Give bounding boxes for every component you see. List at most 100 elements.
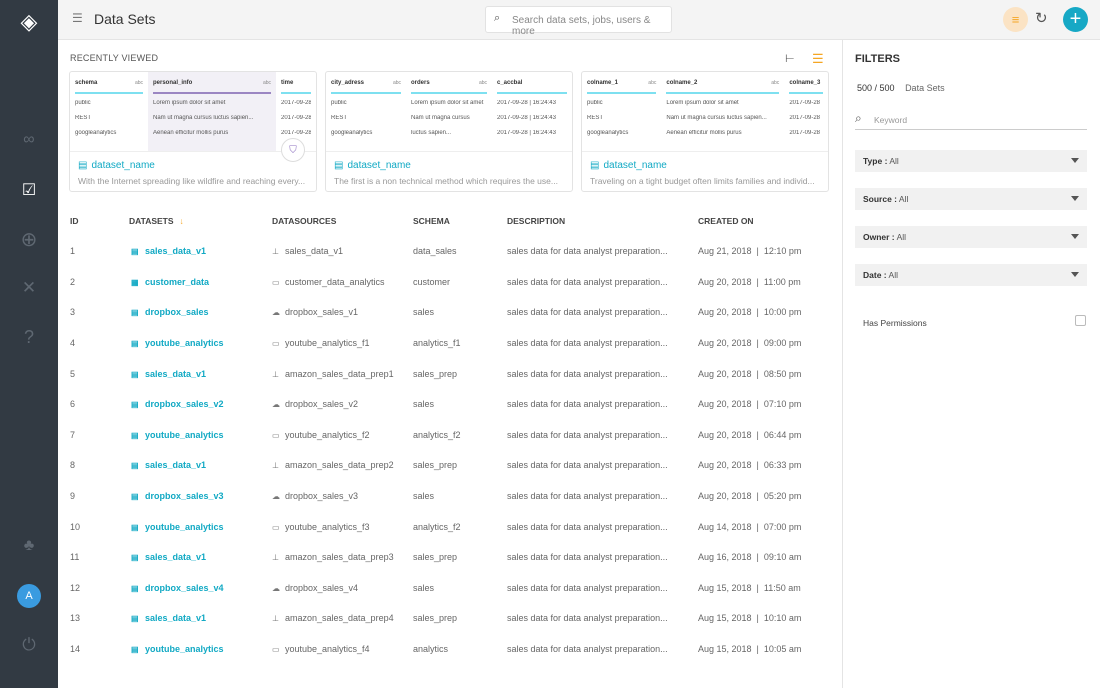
file-icon: ▤	[131, 522, 139, 532]
bell-icon[interactable]: ♣	[17, 534, 41, 558]
table-row[interactable]: 8 ▤ sales_data_v1 ⊥ amazon_sales_data_prep…	[70, 450, 818, 481]
preview-columns: colname_1 abc public REST googleanalytics col…	[582, 72, 828, 152]
created-on: Aug 15, 2018 | 10:10 am	[698, 613, 802, 624]
shield-icon[interactable]: ⛉	[281, 138, 305, 162]
table-row[interactable]: 4 ▤ youtube_analytics ▭ youtube_analytics_…	[70, 328, 818, 359]
created-on: Aug 15, 2018 | 10:05 am	[698, 644, 802, 655]
row-id: 8	[70, 460, 76, 471]
table-row[interactable]: 5 ▤ sales_data_v1 ⊥ amazon_sales_data_prep…	[70, 358, 818, 389]
row-id: 6	[70, 399, 76, 410]
table-row[interactable]: 2 ▦ customer_data ▭ customer_data_analytic…	[70, 267, 818, 298]
caret-down-icon	[1071, 272, 1079, 277]
preview-cell: Lorem ipsum dolor sit amet	[153, 100, 226, 106]
avatar[interactable]: A	[17, 584, 41, 608]
filter-select[interactable]: Owner : All	[855, 226, 1087, 248]
add-button[interactable]: +	[1063, 7, 1088, 32]
table-row[interactable]: 9 ▤ dropbox_sales_v3 ☁ dropbox_sales_v3 sa…	[70, 481, 818, 512]
dataset-link[interactable]: dropbox_sales_v4	[145, 583, 224, 593]
dataset-link[interactable]: sales_data_v1	[145, 246, 206, 256]
dataset-link[interactable]: sales_data_v1	[145, 369, 206, 379]
help-icon[interactable]: ?	[17, 325, 41, 349]
monitor-icon: ▭	[272, 430, 280, 440]
table-row[interactable]: 11 ▤ sales_data_v1 ⊥ amazon_sales_data_pre…	[70, 542, 818, 573]
filter-select[interactable]: Date : All	[855, 264, 1087, 286]
filter-select[interactable]: Type : All	[855, 150, 1087, 172]
has-permissions-checkbox[interactable]	[1075, 315, 1086, 326]
table-row[interactable]: 6 ▤ dropbox_sales_v2 ☁ dropbox_sales_v2 sa…	[70, 389, 818, 420]
list-view-icon[interactable]: ☰	[812, 51, 824, 67]
datasets-table: ID DATASETS ↓ DATASOURCES SCHEMA DESCRIPTION C…	[70, 206, 818, 664]
filter-toggle-button[interactable]: ≡	[1003, 7, 1028, 32]
header: ☰ Data Sets ⌕ Search data sets, jobs, us…	[58, 0, 1100, 40]
datasource: amazon_sales_data_prep3	[285, 552, 394, 563]
table-row[interactable]: 14 ▤ youtube_analytics ▭ youtube_analytics…	[70, 634, 818, 665]
recent-dataset-card[interactable]: colname_1 abc public REST googleanalytics col…	[581, 71, 829, 192]
table-row[interactable]: 13 ▤ sales_data_v1 ⊥ amazon_sales_data_pre…	[70, 603, 818, 634]
datasource: dropbox_sales_v4	[285, 582, 359, 593]
logo-icon[interactable]: ◈	[17, 9, 41, 34]
dataset-link[interactable]: dropbox_sales_v3	[145, 491, 224, 501]
server-icon: ⊥	[272, 614, 279, 624]
dataset-link[interactable]: youtube_analytics	[145, 644, 224, 654]
database-icon: ☰	[72, 11, 83, 25]
created-on: Aug 20, 2018 | 06:44 pm	[698, 429, 802, 440]
dataset-link[interactable]: dropbox_sales	[145, 307, 209, 317]
preview-cell: 2017-09-28	[789, 115, 821, 121]
recent-dataset-card[interactable]: city_adress abc public REST googleanalytics o…	[325, 71, 573, 192]
description: sales data for data analyst preparation.…	[507, 552, 668, 563]
power-icon[interactable]: ⏻	[17, 633, 41, 657]
description: sales data for data analyst preparation.…	[507, 491, 668, 502]
schema: data_sales	[413, 246, 457, 257]
table-row[interactable]: 7 ▤ youtube_analytics ▭ youtube_analytics_…	[70, 420, 818, 451]
description: sales data for data analyst preparation.…	[507, 399, 668, 410]
created-on: Aug 20, 2018 | 05:20 pm	[698, 491, 802, 502]
preview-cell: Aenean efficitur mollis purus	[153, 130, 229, 136]
description: sales data for data analyst preparation.…	[507, 246, 668, 257]
keyword-input[interactable]: ⌕ Keyword	[855, 111, 1087, 130]
server-icon: ⊥	[272, 369, 279, 379]
card-description: Traveling on a tight budget often limits…	[590, 176, 815, 186]
card-dataset-link[interactable]: ▤ dataset_name	[590, 160, 667, 171]
preview-cell: REST	[75, 115, 92, 121]
datasource: amazon_sales_data_prep2	[285, 460, 394, 471]
preview-cell: Nam ut magna cursus luctus sapien...	[153, 115, 254, 121]
preview-column: city_adress abc public REST googleanalytics	[326, 72, 406, 151]
clipboard-check-icon[interactable]: ☑	[17, 178, 41, 202]
dataset-link[interactable]: sales_data_v1	[145, 460, 206, 470]
recent-dataset-card[interactable]: schema abc public REST googleanalytics person…	[69, 71, 317, 192]
server-icon: ⊥	[272, 461, 279, 471]
dataset-link[interactable]: sales_data_v1	[145, 613, 206, 623]
schema: sales	[413, 582, 435, 593]
table-row[interactable]: 1 ▤ sales_data_v1 ⊥ sales_data_v1 data_sal…	[70, 236, 818, 267]
dataset-link[interactable]: youtube_analytics	[145, 522, 224, 532]
monitor-icon: ▭	[272, 339, 280, 349]
search-input[interactable]: ⌕ Search data sets, jobs, users & more	[485, 6, 672, 37]
file-icon: ▤	[131, 400, 139, 410]
card-dataset-link[interactable]: ▤ dataset_name	[78, 160, 155, 171]
dataset-link[interactable]: sales_data_v1	[145, 552, 206, 562]
dataset-link[interactable]: customer_data	[145, 277, 209, 287]
tree-view-icon[interactable]: ⊢	[785, 52, 795, 65]
binoculars-icon[interactable]: ∞	[17, 128, 41, 152]
refresh-icon[interactable]: ↻	[1035, 9, 1048, 27]
add-circle-icon[interactable]: ⊕	[17, 227, 41, 251]
tools-icon[interactable]: ✕	[17, 276, 41, 300]
card-dataset-link[interactable]: ▤ dataset_name	[334, 160, 411, 171]
created-on: Aug 15, 2018 | 11:50 am	[698, 582, 801, 593]
filter-select[interactable]: Source : All	[855, 188, 1087, 210]
cloud-icon: ☁	[272, 492, 280, 502]
datasource: youtube_analytics_f1	[285, 338, 370, 349]
sort-desc-icon[interactable]: ↓	[180, 216, 184, 226]
dataset-link[interactable]: youtube_analytics	[145, 430, 224, 440]
datasource: youtube_analytics_f4	[285, 644, 370, 655]
table-row[interactable]: 3 ▤ dropbox_sales ☁ dropbox_sales_v1 sales…	[70, 297, 818, 328]
dataset-link[interactable]: dropbox_sales_v2	[145, 399, 224, 409]
preview-cell: 2017-09-28 | 16:24:43	[497, 130, 556, 136]
description: sales data for data analyst preparation.…	[507, 338, 668, 349]
column-header[interactable]: DATASETS ↓	[129, 206, 272, 236]
schema: analytics_f2	[413, 521, 461, 532]
dataset-link[interactable]: youtube_analytics	[145, 338, 224, 348]
table-icon: ▦	[131, 277, 139, 287]
table-row[interactable]: 10 ▤ youtube_analytics ▭ youtube_analytics…	[70, 511, 818, 542]
table-row[interactable]: 12 ▤ dropbox_sales_v4 ☁ dropbox_sales_v4 s…	[70, 573, 818, 604]
